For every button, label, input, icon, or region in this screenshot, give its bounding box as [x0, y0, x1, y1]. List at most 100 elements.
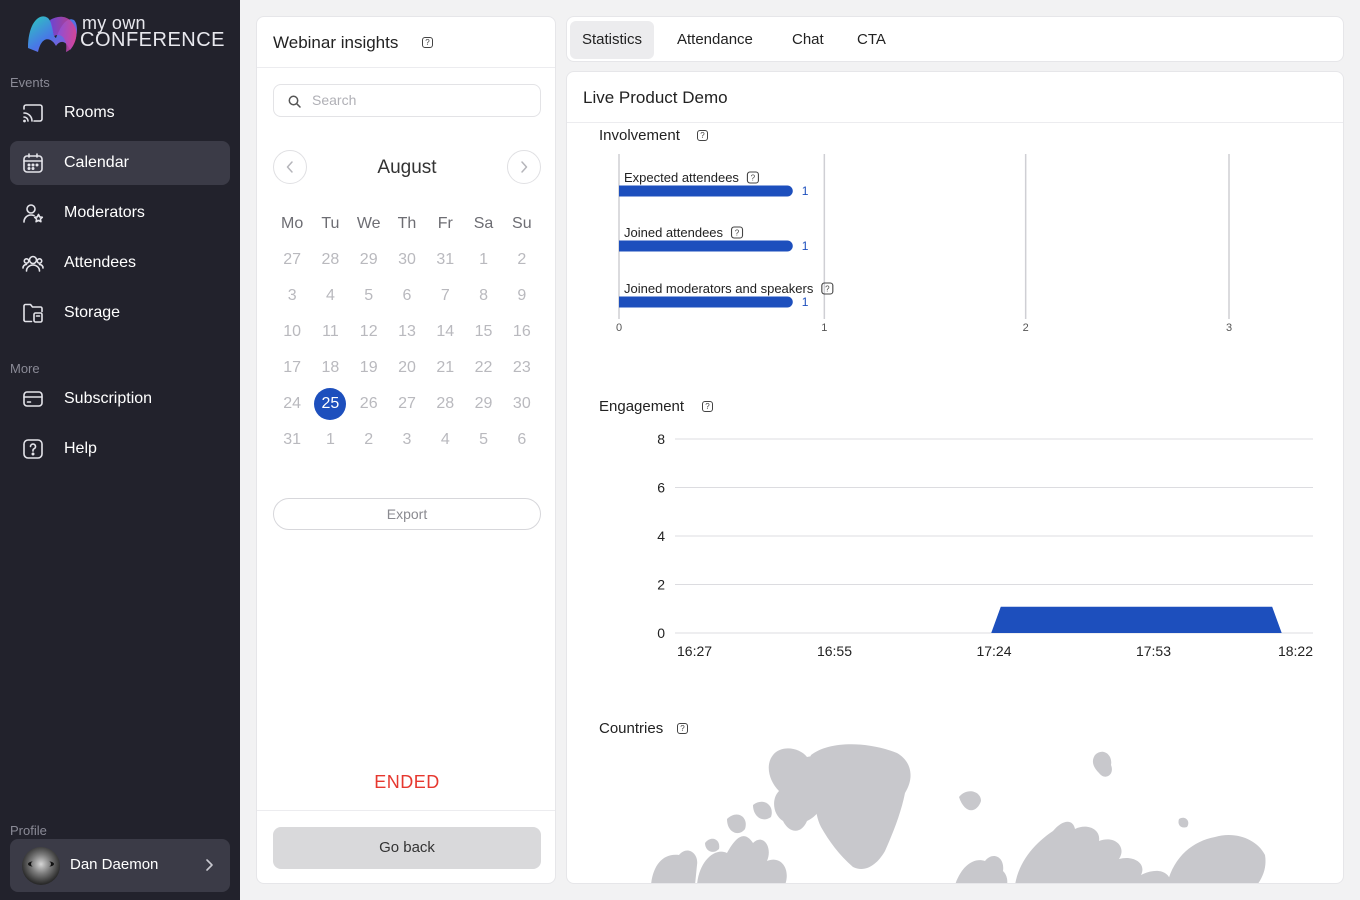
info-icon[interactable]: ? [677, 723, 688, 734]
panel-title: Webinar insights [273, 33, 399, 52]
map-region [1092, 751, 1112, 777]
chevron-right-icon [206, 859, 213, 871]
sidebar-item-storage[interactable]: Storage [10, 291, 230, 335]
sidebar-item-subscription[interactable]: Subscription [10, 377, 230, 421]
calendar-day[interactable]: 3 [388, 431, 426, 449]
cast-icon [23, 104, 43, 123]
info-icon[interactable]: ? [730, 226, 744, 239]
profile-section-label: Profile [10, 823, 47, 838]
next-month-button[interactable] [507, 150, 541, 184]
calendar-day-label: 15 [474, 323, 493, 340]
info-icon-glyph: ? [825, 285, 830, 294]
calendar-day[interactable]: 17 [273, 359, 311, 377]
calendar-day[interactable]: 2 [503, 251, 541, 269]
calendar-day[interactable]: 5 [350, 287, 388, 305]
calendar-day[interactable]: 27 [388, 395, 426, 413]
info-icon[interactable]: ? [697, 130, 708, 141]
info-icon[interactable]: ? [821, 282, 834, 295]
sidebar-item-rooms[interactable]: Rooms [10, 91, 230, 135]
brand-logo[interactable]: my own CONFERENCE [26, 10, 226, 56]
calendar-day-label: 19 [359, 359, 378, 376]
calendar-day-label: 31 [436, 251, 455, 268]
weekday-label: Fr [437, 215, 453, 232]
calendar-day[interactable]: 10 [273, 323, 311, 341]
calendar-day-label: 6 [402, 287, 412, 304]
calendar-day[interactable]: 3 [273, 287, 311, 305]
calendar-day[interactable]: 28 [426, 395, 464, 413]
calendar-day[interactable]: 30 [503, 395, 541, 413]
calendar-day[interactable]: 7 [426, 287, 464, 305]
calendar-day[interactable]: 19 [350, 359, 388, 377]
sidebar-item-help[interactable]: Help [10, 427, 230, 471]
tab-attendance[interactable]: Attendance [665, 21, 765, 59]
search-icon [288, 95, 301, 108]
calendar-day[interactable]: 11 [311, 323, 349, 341]
x-tick-label: 17:53 [1136, 643, 1171, 659]
profile-name: Dan Daemon [70, 856, 159, 873]
calendar-day[interactable]: 14 [426, 323, 464, 341]
calendar-day[interactable]: 13 [388, 323, 426, 341]
search-input[interactable] [312, 92, 532, 108]
calendar-day[interactable]: 23 [503, 359, 541, 377]
map-region [809, 744, 911, 870]
weekday-header: Mo Tu We Th Fr Sa Su [273, 206, 541, 242]
calendar-day[interactable]: 31 [273, 431, 311, 449]
calendar-day[interactable]: 12 [350, 323, 388, 341]
map-region [1015, 821, 1171, 883]
calendar-day[interactable]: 29 [350, 251, 388, 269]
calendar-day[interactable]: 21 [426, 359, 464, 377]
calendar-week: 3 4 5 6 7 8 9 [273, 278, 541, 314]
info-icon-glyph: ? [751, 174, 756, 183]
calendar-day[interactable]: 6 [388, 287, 426, 305]
brand-line2: CONFERENCE [80, 29, 226, 51]
calendar-day-label: 21 [436, 359, 455, 376]
calendar-day[interactable]: 29 [464, 395, 502, 413]
search-box[interactable] [273, 84, 541, 117]
calendar-day[interactable]: 26 [350, 395, 388, 413]
tab-cta[interactable]: CTA [845, 21, 898, 59]
calendar-day[interactable]: 24 [273, 395, 311, 413]
calendar-day[interactable]: 1 [311, 431, 349, 449]
calendar-day[interactable]: 18 [311, 359, 349, 377]
map-region [959, 791, 981, 811]
go-back-button[interactable]: Go back [273, 827, 541, 869]
tick-label: 1 [821, 322, 827, 334]
calendar-day[interactable]: 28 [311, 251, 349, 269]
calendar-day[interactable]: 16 [503, 323, 541, 341]
category-label: Joined attendees [624, 225, 724, 240]
category-label: Expected attendees [624, 170, 739, 185]
calendar-day[interactable]: 22 [464, 359, 502, 377]
calendar-day-label: 22 [474, 359, 493, 376]
calendar-day[interactable]: 27 [273, 251, 311, 269]
calendar-day[interactable]: 31 [426, 251, 464, 269]
export-button[interactable]: Export [273, 498, 541, 530]
calendar-day[interactable]: 4 [426, 431, 464, 449]
profile-menu[interactable]: Dan Daemon [10, 839, 230, 892]
calendar-day[interactable]: 30 [388, 251, 426, 269]
tab-chat[interactable]: Chat [780, 21, 836, 59]
calendar-day[interactable]: 1 [464, 251, 502, 269]
calendar-day[interactable]: 6 [503, 431, 541, 449]
sidebar-item-attendees[interactable]: Attendees [10, 241, 230, 285]
info-icon-glyph: ? [735, 229, 740, 238]
sidebar-item-label: Storage [64, 304, 121, 321]
calendar-day-label: 18 [321, 359, 340, 376]
calendar-day[interactable]: 8 [464, 287, 502, 305]
calendar-day[interactable]: 5 [464, 431, 502, 449]
info-icon[interactable]: ? [746, 171, 759, 184]
calendar-day-label: 2 [364, 431, 374, 448]
calendar-grid: Mo Tu We Th Fr Sa Su 27 28 29 30 31 1 2 3 4 5 6 7 8 9 10 11 12 1… [273, 206, 541, 458]
sidebar-item-label: Calendar [64, 154, 129, 171]
calendar-day-label: 24 [283, 395, 302, 412]
info-icon[interactable]: ? [422, 37, 433, 48]
calendar-day[interactable]: 20 [388, 359, 426, 377]
calendar-day-label: 20 [398, 359, 416, 376]
calendar-day[interactable]: 4 [311, 287, 349, 305]
calendar-day[interactable]: 15 [464, 323, 502, 341]
sidebar-item-moderators[interactable]: Moderators [10, 191, 230, 235]
sidebar-item-calendar[interactable]: Calendar [10, 141, 230, 185]
tab-statistics[interactable]: Statistics [570, 21, 655, 59]
calendar-day[interactable]: 2 [350, 431, 388, 449]
calendar-day[interactable]: 9 [503, 287, 541, 305]
calendar-day-selected[interactable]: 25 [311, 388, 349, 420]
